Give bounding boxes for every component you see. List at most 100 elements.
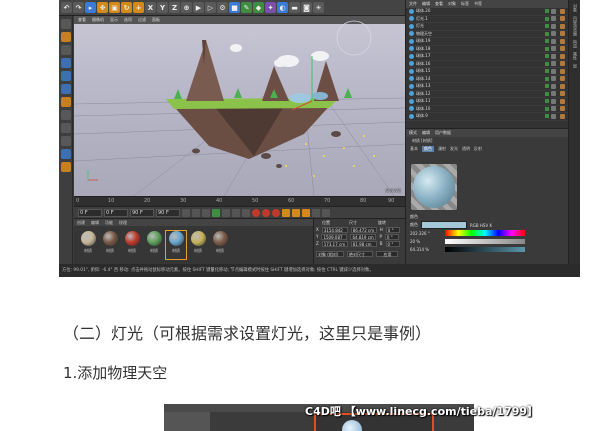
material-tag-icon[interactable] [560, 106, 565, 112]
object-row[interactable]: 球体.13 [406, 83, 568, 91]
saturation-slider[interactable] [445, 238, 525, 244]
material-tag-icon[interactable] [560, 16, 565, 22]
phong-tag-icon[interactable] [551, 8, 556, 14]
redo-icon[interactable]: ↷ [73, 2, 84, 13]
current-frame-field[interactable]: 0 F [104, 208, 128, 217]
autokey-icon[interactable] [262, 208, 270, 217]
object-menu-item[interactable]: 编辑 [422, 1, 430, 7]
phong-tag-icon[interactable] [551, 98, 556, 104]
phong-tag-icon[interactable] [551, 31, 556, 37]
polygons-mode-icon[interactable] [61, 84, 71, 94]
object-row[interactable]: 灯光.1 [406, 16, 568, 23]
phong-tag-icon[interactable] [551, 76, 556, 82]
sculpt-icon[interactable] [61, 136, 71, 146]
object-row[interactable]: 球体.14 [406, 76, 568, 83]
material-tag-icon[interactable] [560, 31, 565, 37]
object-row[interactable]: 灯光 [406, 23, 568, 31]
attribute-menu-item[interactable]: 编辑 [422, 130, 430, 136]
rotation-b-field[interactable]: 0 ° [385, 240, 400, 247]
material-swatch[interactable]: 材质 [210, 231, 230, 259]
visibility-check-icon[interactable] [545, 69, 549, 74]
camera-icon[interactable]: ◙ [301, 2, 312, 13]
material-tag-icon[interactable] [560, 8, 565, 14]
visibility-check-icon[interactable] [545, 16, 549, 21]
attribute-menu-item[interactable]: 模式 [409, 130, 417, 136]
phong-tag-icon[interactable] [551, 61, 556, 67]
material-tag-icon[interactable] [560, 98, 565, 104]
phong-tag-icon[interactable] [551, 46, 556, 52]
side-tab[interactable]: 对象 [572, 4, 578, 12]
position-x-field[interactable]: 3154.842 cm [321, 226, 348, 238]
add-icon[interactable]: + [133, 2, 144, 13]
channel-tab[interactable]: 反射 [474, 146, 482, 152]
material-tag-icon[interactable] [560, 83, 565, 89]
record-icon[interactable] [252, 208, 260, 217]
h-value[interactable]: 202.326 ° [410, 231, 442, 236]
channel-tab[interactable]: 基本 [410, 146, 418, 152]
preview-end-field[interactable]: 90 F [156, 208, 180, 217]
rotation-p-field[interactable]: 0 ° [384, 233, 399, 240]
material-swatch[interactable]: 材质 [122, 231, 142, 259]
axis-y-button[interactable]: Y [157, 2, 168, 13]
workplane-icon[interactable] [61, 45, 71, 55]
object-menu-item[interactable]: 对象 [448, 1, 456, 7]
goto-start-icon[interactable] [182, 208, 190, 217]
channel-tab[interactable]: 发光 [450, 146, 458, 152]
render-picture-icon[interactable]: ▷ [205, 2, 216, 13]
visibility-check-icon[interactable] [545, 84, 549, 89]
size-mode-select[interactable]: 绝对尺寸 [347, 250, 373, 257]
material-menu-item[interactable]: 创建 [77, 220, 85, 226]
material-swatch-selected[interactable]: 材质 [165, 230, 187, 260]
visibility-check-icon[interactable] [545, 46, 549, 51]
end-frame-field[interactable]: 90 F [130, 208, 154, 217]
phong-tag-icon[interactable] [551, 16, 556, 22]
rotate-icon[interactable]: ↻ [121, 2, 132, 13]
perspective-viewport[interactable]: 查看 摄像机 显示 选项 过滤 面板 透视视图 [74, 16, 405, 196]
value-slider[interactable] [445, 246, 525, 252]
texture-mode-icon[interactable] [61, 32, 71, 42]
hue-slider[interactable] [445, 230, 525, 236]
axis-x-button[interactable]: X [145, 2, 156, 13]
scale-icon[interactable]: ▣ [109, 2, 120, 13]
points-mode-icon[interactable] [61, 58, 71, 68]
material-tag-icon[interactable] [560, 91, 565, 97]
phong-tag-icon[interactable] [551, 68, 556, 74]
visibility-check-icon[interactable] [545, 106, 549, 111]
material-menu-item[interactable]: 功能 [105, 220, 113, 226]
material-swatch[interactable]: 材质 [78, 231, 98, 259]
attribute-menu-item[interactable]: 用户数据 [435, 130, 451, 136]
subdivision-icon[interactable]: ◆ [253, 2, 264, 13]
object-menu-item[interactable]: 查看 [435, 1, 443, 7]
object-menu-item[interactable]: 文件 [409, 1, 417, 7]
visibility-check-icon[interactable] [545, 99, 549, 104]
object-row[interactable]: 球体.17 [406, 53, 568, 61]
position-z-field[interactable]: 173.17 cm [321, 240, 348, 247]
axis-z-button[interactable]: Z [169, 2, 180, 13]
floor-icon[interactable]: ▬ [289, 2, 300, 13]
object-row[interactable]: 物理天空 [406, 31, 568, 38]
coord-system-icon[interactable]: ⊕ [181, 2, 192, 13]
visibility-check-icon[interactable] [545, 54, 549, 59]
visibility-check-icon[interactable] [545, 31, 549, 36]
pen-icon[interactable]: ✎ [241, 2, 252, 13]
phong-tag-icon[interactable] [551, 53, 556, 59]
prev-frame-icon[interactable] [202, 208, 210, 217]
timeline[interactable]: 0 10 20 30 40 50 60 70 80 90 [74, 196, 405, 206]
phong-tag-icon[interactable] [551, 113, 556, 119]
size-z-field[interactable]: 81.98 cm [350, 240, 377, 247]
phong-tag-icon[interactable] [551, 38, 556, 44]
move-icon[interactable]: ✥ [97, 2, 108, 13]
coord-mode-select[interactable]: 对象 (相对) [316, 250, 344, 257]
apply-button[interactable]: 应用 [376, 250, 398, 257]
visibility-check-icon[interactable] [545, 24, 549, 29]
render-settings-icon[interactable]: ⚙ [217, 2, 228, 13]
render-view-icon[interactable]: ▶ [193, 2, 204, 13]
cube-icon[interactable]: ■ [229, 2, 240, 13]
channel-tab-active[interactable]: 颜色 [422, 145, 434, 152]
material-swatch[interactable]: 材质 [100, 231, 120, 259]
param-key-icon[interactable] [312, 208, 320, 217]
next-key-icon[interactable] [232, 208, 240, 217]
rotation-key-icon[interactable] [302, 208, 310, 217]
material-menu-item[interactable]: 编辑 [91, 220, 99, 226]
visibility-check-icon[interactable] [545, 76, 549, 81]
